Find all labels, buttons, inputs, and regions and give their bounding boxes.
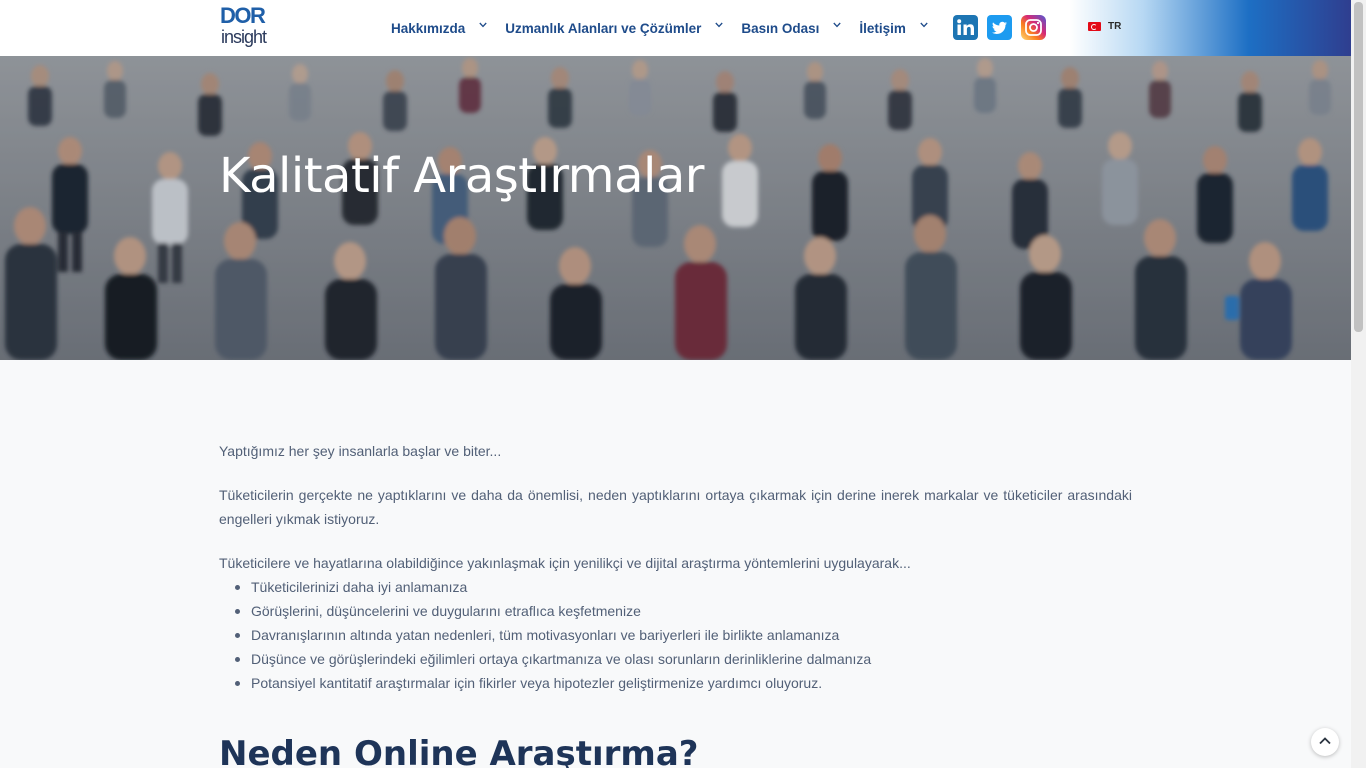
chevron-down-icon xyxy=(715,22,724,30)
intro-text: Yaptığımız her şey insanlarla başlar ve … xyxy=(219,443,502,459)
nav-item-basin-odasi[interactable]: Basın Odası xyxy=(741,20,842,36)
nav-label: İletişim xyxy=(859,20,906,36)
dor-insight-logo[interactable]: DOR insight xyxy=(220,4,280,52)
logo-text-insight: insight xyxy=(221,27,267,47)
chevron-down-icon xyxy=(479,22,487,30)
nav-item-iletisim[interactable]: İletişim xyxy=(859,21,928,36)
nav-label: Basın Odası xyxy=(741,20,820,36)
chevron-down-icon xyxy=(833,22,842,30)
page-scrollbar[interactable] xyxy=(1351,0,1366,768)
language-switcher[interactable]: TR xyxy=(1088,21,1121,32)
nav-item-uzmanlik[interactable]: Uzmanlık Alanları ve Çözümler xyxy=(505,20,724,36)
list-item: Tüketicilerinizi daha iyi anlamanıza xyxy=(219,575,1132,599)
page-title: Kalitatif Araştırmalar xyxy=(219,148,704,204)
list-item: Düşünce ve görüşlerindeki eğilimleri ort… xyxy=(219,647,1132,671)
language-label: TR xyxy=(1108,21,1122,32)
chevron-up-icon xyxy=(1319,737,1331,745)
body-paragraph: Tüketicilerin gerçekte ne yaptıklarını v… xyxy=(219,487,1132,527)
hero-banner: Kalitatif Araştırmalar xyxy=(0,56,1351,360)
back-to-top-button[interactable] xyxy=(1311,728,1339,756)
list-item: Potansiyel kantitatif araştırmalar için … xyxy=(219,671,1132,695)
benefits-list: Tüketicilerinizi daha iyi anlamanıza Gör… xyxy=(219,575,1132,695)
section-heading: Neden Online Araştırma? xyxy=(219,734,699,768)
nav-label: Hakkımızda xyxy=(391,20,466,36)
list-item: Görüşlerini, düşüncelerini ve duyguların… xyxy=(219,599,1132,623)
nav-item-hakkimizda[interactable]: Hakkımızda xyxy=(391,21,487,36)
chevron-down-icon xyxy=(920,22,928,30)
nav-label: Uzmanlık Alanları ve Çözümler xyxy=(505,20,702,36)
hero-overlay xyxy=(0,56,1351,360)
header-gradient xyxy=(1031,0,1351,56)
logo-text-dor: DOR xyxy=(220,3,266,28)
list-item: Davranışlarının altında yatan nedenleri,… xyxy=(219,623,1132,647)
turkey-flag-icon xyxy=(1088,22,1101,31)
list-intro-text: Tüketicilere ve hayatlarına olabildiğinc… xyxy=(219,555,911,571)
instagram-icon[interactable] xyxy=(1021,15,1046,40)
linkedin-icon[interactable] xyxy=(953,15,978,40)
twitter-icon[interactable] xyxy=(987,15,1012,40)
scrollbar-thumb[interactable] xyxy=(1354,2,1363,332)
main-nav: Hakkımızda Uzmanlık Alanları ve Çözümler… xyxy=(391,0,946,56)
site-header: DOR insight Hakkımızda Uzmanlık Alanları… xyxy=(0,0,1351,56)
